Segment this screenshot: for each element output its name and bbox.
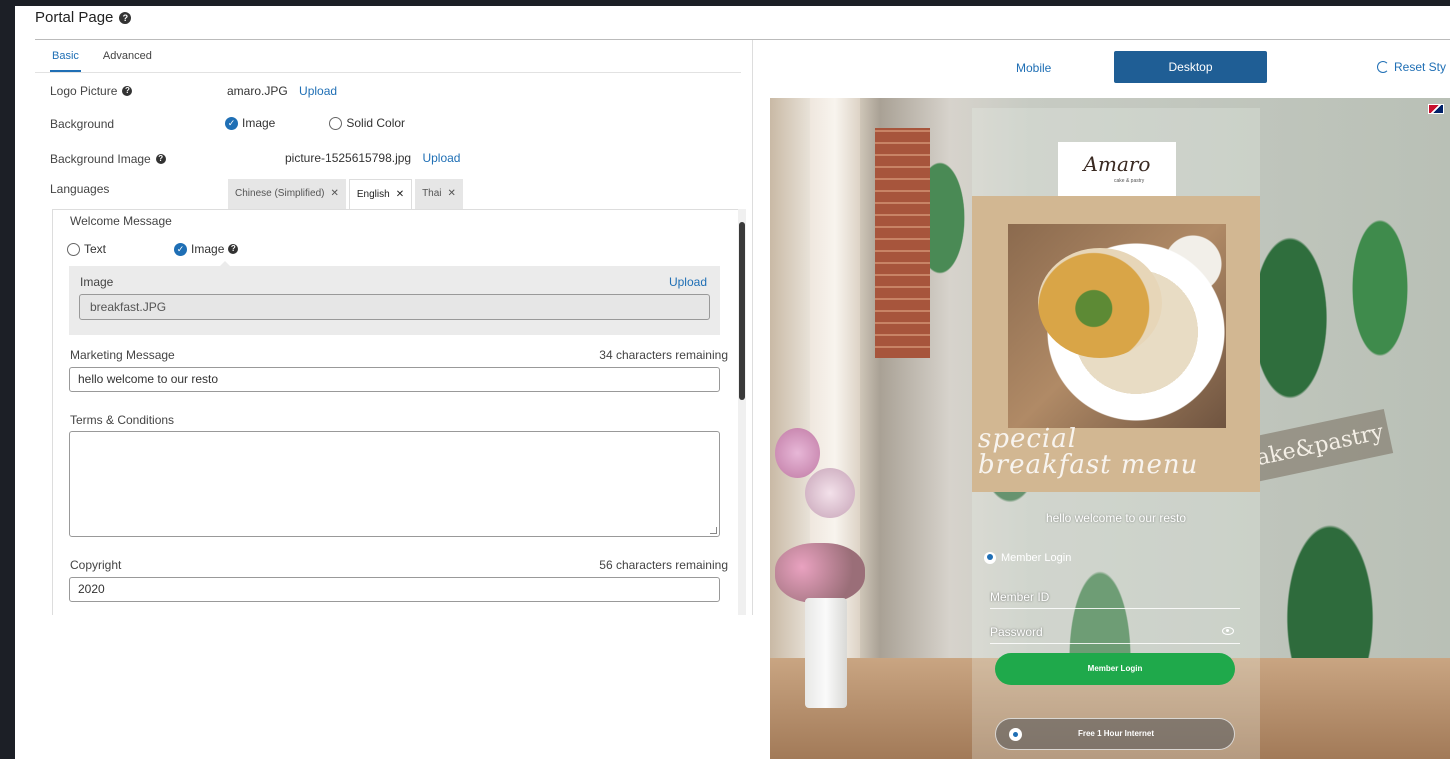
background-image-value: picture-1525615798.jpg Upload [285,151,460,165]
language-tabs: Chinese (Simplified) ✕ English ✕ Thai ✕ [228,179,463,209]
close-icon[interactable]: ✕ [448,188,456,199]
background-file-name: picture-1525615798.jpg [285,151,412,165]
welcome-option-image-label: Image [191,242,225,256]
welcome-option-text[interactable]: Text [67,242,106,256]
help-icon[interactable]: ? [155,154,166,164]
promo-line-1: special [978,424,1078,454]
uk-flag-icon[interactable] [1428,104,1444,114]
logo-picture-value: amaro.JPG Upload [227,84,337,98]
background-flower [775,428,820,478]
marketing-message-label: Marketing Message [70,348,175,362]
help-icon[interactable]: ? [119,11,132,24]
logo-upload-link[interactable]: Upload [299,84,337,98]
eye-icon[interactable] [1222,627,1234,635]
marketing-message-input[interactable]: hello welcome to our resto [69,367,720,392]
reset-style-button[interactable]: Reset Sty [1377,60,1446,74]
promo-text: special breakfast menu [978,426,1198,478]
background-brick-wall [875,128,930,358]
reset-style-label: Reset Sty [1394,60,1447,74]
welcome-message-options: Text ✓ Image ? [67,242,239,256]
password-underline [990,643,1240,644]
language-tab-english[interactable]: English ✕ [348,179,413,209]
member-login-heading-text: Member Login [1001,552,1072,564]
background-image-label: Background Image ? [50,152,166,166]
background-option-image[interactable]: Image [242,116,275,130]
welcome-message-label: Welcome Message [70,214,172,228]
portal-logo: Amaro cake & pastry [1058,142,1176,198]
scrollbar[interactable] [738,209,746,615]
member-id-underline [990,608,1240,609]
background-flower [805,468,855,518]
window-frame-top [0,0,1450,6]
radio-empty-icon[interactable] [329,116,343,130]
radio-empty-icon[interactable] [67,242,80,256]
language-tab-label: English [356,189,390,200]
background-vase [805,598,847,708]
background-bouquet [775,543,865,603]
member-login-button[interactable]: Member Login [995,653,1235,685]
logo-picture-label-text: Logo Picture [50,84,118,98]
language-content-scroll[interactable]: Welcome Message Text ✓ Image ? Image Upl… [52,209,746,615]
help-icon[interactable]: ? [122,86,133,96]
language-tab-label: Thai [422,188,442,199]
copyright-input[interactable]: 2020 [69,577,720,602]
background-options: ✓ Image Solid Color [225,116,405,130]
welcome-option-text-label: Text [84,242,107,256]
logo-picture-label: Logo Picture ? [50,84,133,98]
welcome-text: hello welcome to our resto [1045,511,1187,525]
view-mobile-button[interactable]: Mobile [1016,61,1051,75]
logo-subtext: cake & pastry [1114,178,1145,184]
member-login-heading: Member Login [984,552,1071,564]
welcome-image-box: Image Upload breakfast.JPG [69,266,720,335]
window-frame-left [0,0,15,759]
check-circle-icon[interactable]: ✓ [225,116,238,130]
scrollbar-thumb[interactable] [739,222,745,400]
language-tab-label: Chinese (Simplified) [235,188,325,199]
help-icon[interactable]: ? [228,244,239,254]
editor-panel: Basic Advanced Logo Picture ? amaro.JPG … [35,40,753,615]
check-circle-icon[interactable]: ✓ [174,242,188,256]
welcome-option-image[interactable]: ✓ Image ? [174,242,239,256]
copyright-label: Copyright [70,558,122,572]
background-image-label-text: Background Image [50,152,151,166]
language-tab-thai[interactable]: Thai ✕ [415,179,463,209]
close-icon[interactable]: ✕ [330,188,338,199]
close-icon[interactable]: ✕ [396,189,404,200]
promo-line-2: breakfast menu [978,450,1199,480]
free-internet-label: Free 1 Hour Internet [1077,729,1154,738]
editor-tabs: Basic Advanced [50,46,154,72]
free-internet-button[interactable]: Free 1 Hour Internet [995,718,1235,750]
background-upload-link[interactable]: Upload [422,151,460,165]
member-id-input[interactable]: Member ID [990,590,1049,604]
logo-file-name: amaro.JPG [227,84,288,98]
portal-preview: ake&pastry Amaro cake & pastry special b… [770,98,1450,759]
resize-handle[interactable] [710,527,717,534]
terms-label: Terms & Conditions [70,413,175,427]
copyright-remaining-count: 56 characters remaining [599,558,728,572]
user-icon [984,552,996,564]
reset-icon [1377,61,1389,73]
terms-textarea[interactable] [69,431,720,537]
page-title: Portal Page ? [35,9,132,26]
background-option-solid-color[interactable]: Solid Color [346,116,405,130]
portal-card: Amaro cake & pastry special breakfast me… [972,108,1260,759]
password-input[interactable]: Password [990,625,1043,639]
tabs-divider [35,72,741,73]
language-tab-chinese[interactable]: Chinese (Simplified) ✕ [228,179,346,209]
tab-basic[interactable]: Basic [50,46,81,72]
welcome-image: special breakfast menu [972,196,1260,492]
preview-toolbar [754,40,1450,98]
view-desktop-button[interactable]: Desktop [1114,51,1267,83]
page-title-text: Portal Page [35,9,114,26]
welcome-image-file-field[interactable]: breakfast.JPG [79,294,710,320]
tab-advanced[interactable]: Advanced [101,46,154,72]
welcome-image-upload-link[interactable]: Upload [669,275,707,289]
noodle-bowl [1038,248,1162,358]
languages-label: Languages [50,182,110,196]
marketing-remaining-count: 34 characters remaining [599,348,728,362]
welcome-image-label: Image [80,275,114,289]
background-label: Background [50,117,115,131]
logo-text: Amaro [1083,152,1151,176]
